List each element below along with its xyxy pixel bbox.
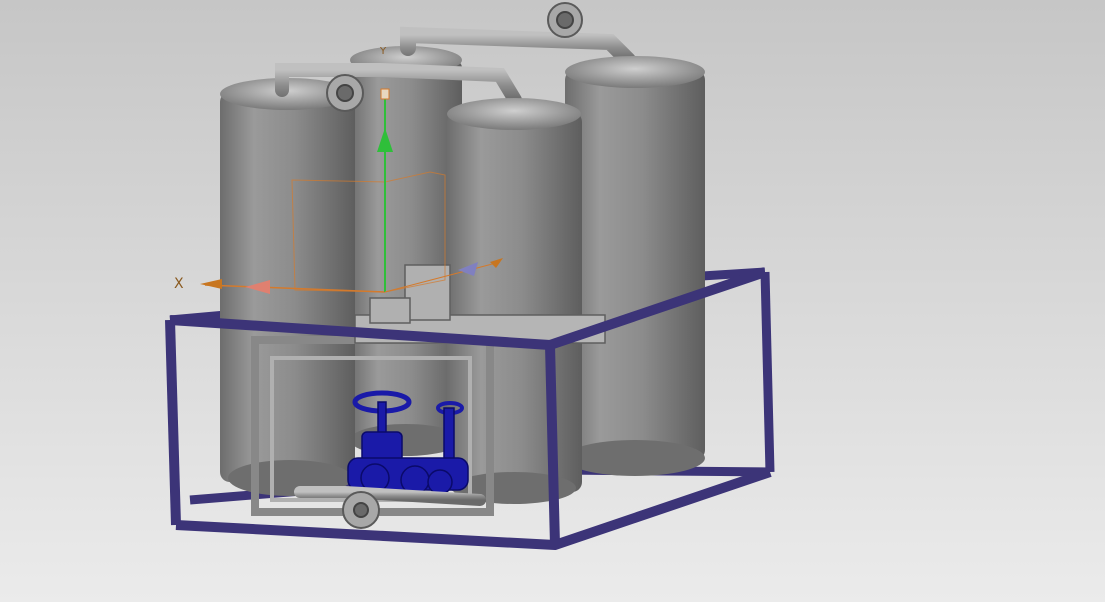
cad-scene[interactable] <box>0 0 1105 602</box>
x-axis-label: X <box>174 276 184 292</box>
tank-front-right <box>447 98 582 504</box>
y-axis-label: Y <box>380 46 387 57</box>
flange-bottom <box>342 491 380 529</box>
flange-top-right <box>547 2 583 38</box>
flange-top-left <box>326 74 364 112</box>
tank-back-right <box>565 56 705 476</box>
y-axis-handle <box>380 88 390 100</box>
3d-viewport[interactable]: X Y <box>0 0 1105 602</box>
